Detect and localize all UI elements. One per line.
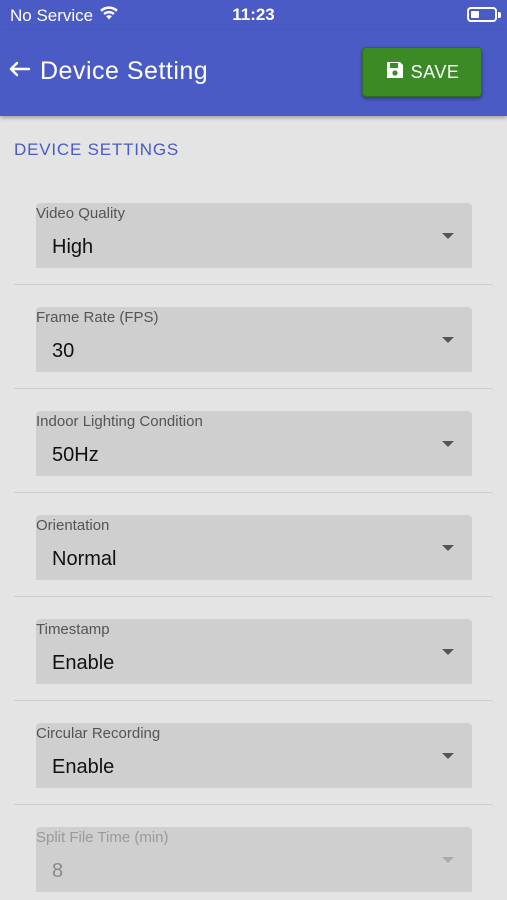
setting-value: 30: [52, 340, 75, 362]
setting-label: Indoor Lighting Condition: [36, 413, 203, 430]
app-bar: Device Setting SAVE: [0, 30, 507, 116]
indoor-lighting-select[interactable]: Indoor Lighting Condition 50Hz: [36, 411, 472, 476]
divider: [14, 700, 493, 701]
dropdown-arrow-icon: [442, 545, 454, 551]
dropdown-arrow-icon: [442, 753, 454, 759]
setting-label: Timestamp: [36, 621, 110, 638]
dropdown-arrow-icon: [442, 337, 454, 343]
setting-value: 8: [52, 860, 64, 882]
video-quality-select[interactable]: Video Quality High: [36, 203, 472, 268]
dropdown-arrow-icon: [442, 649, 454, 655]
battery-icon: [467, 7, 497, 22]
frame-rate-select[interactable]: Frame Rate (FPS) 30: [36, 307, 472, 372]
setting-value: 50Hz: [52, 444, 99, 466]
split-file-time-select: Split File Time (min) 8: [36, 827, 472, 892]
page-title: Device Setting: [40, 57, 209, 85]
save-label: SAVE: [410, 61, 460, 82]
floppy-disk-icon: [385, 60, 405, 85]
save-button[interactable]: SAVE: [362, 47, 482, 97]
divider: [14, 492, 493, 493]
setting-value: High: [52, 236, 94, 258]
orientation-select[interactable]: Orientation Normal: [36, 515, 472, 580]
setting-value: Enable: [52, 756, 115, 778]
divider: [14, 284, 493, 285]
status-bar: No Service 11:23: [0, 0, 507, 30]
setting-label: Orientation: [36, 517, 110, 534]
circular-recording-select[interactable]: Circular Recording Enable: [36, 723, 472, 788]
back-arrow-icon[interactable]: [8, 58, 34, 84]
setting-label: Split File Time (min): [36, 829, 169, 846]
section-title: DEVICE SETTINGS: [14, 140, 180, 159]
setting-value: Enable: [52, 652, 115, 674]
setting-value: Normal: [52, 548, 117, 570]
timestamp-select[interactable]: Timestamp Enable: [36, 619, 472, 684]
dropdown-arrow-icon: [442, 857, 454, 863]
setting-label: Circular Recording: [36, 725, 161, 742]
setting-label: Frame Rate (FPS): [36, 309, 159, 326]
setting-label: Video Quality: [36, 205, 125, 222]
divider: [14, 804, 493, 805]
dropdown-arrow-icon: [442, 441, 454, 447]
divider: [14, 596, 493, 597]
dropdown-arrow-icon: [442, 233, 454, 239]
divider: [14, 388, 493, 389]
status-time: 11:23: [232, 5, 275, 24]
battery-tip: [498, 12, 501, 18]
